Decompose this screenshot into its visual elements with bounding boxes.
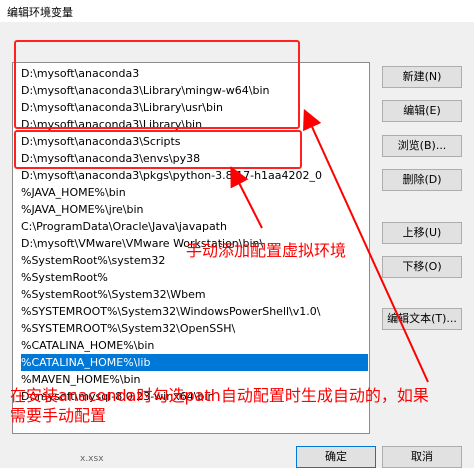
taskbar-fragment: x.xsx [0, 454, 200, 468]
cancel-button[interactable]: 取消 [382, 446, 462, 468]
move-up-button[interactable]: 上移(U) [382, 222, 462, 244]
path-list-item[interactable]: D:\mysoft\anaconda3\Library\mingw-w64\bi… [21, 82, 361, 99]
ok-button[interactable]: 确定 [296, 446, 376, 468]
edit-button[interactable]: 编辑(E) [382, 100, 462, 122]
move-down-button[interactable]: 下移(O) [382, 256, 462, 278]
taskbar-text: x.xsx [80, 454, 104, 464]
path-list-item[interactable]: %JAVA_HOME%\jre\bin [21, 201, 361, 218]
annotation-manual-config: 手动添加配置虚拟环境 [186, 241, 347, 260]
delete-button[interactable]: 删除(D) [382, 169, 462, 191]
path-list-item[interactable]: %SystemRoot% [21, 269, 361, 286]
path-list-item[interactable]: %SYSTEMROOT%\System32\OpenSSH\ [21, 320, 361, 337]
annotation-note-line2: 需要手动配置 [10, 406, 107, 425]
path-list-item[interactable]: D:\mysoft\anaconda3\Library\bin [21, 116, 361, 133]
path-list-item[interactable]: %SystemRoot%\System32\Wbem [21, 286, 361, 303]
new-button[interactable]: 新建(N) [382, 66, 462, 88]
path-list-item[interactable]: D:\mysoft\anaconda3\pkgs\python-3.8.17-h… [21, 167, 361, 184]
path-list-item[interactable]: D:\mysoft\anaconda3 [21, 65, 361, 82]
title-bar: 编辑环境变量 [0, 0, 474, 23]
path-list-item[interactable]: %JAVA_HOME%\bin [21, 184, 361, 201]
path-list-item[interactable]: D:\mysoft\anaconda3\envs\py38 [21, 150, 361, 167]
browse-button[interactable]: 浏览(B)... [382, 135, 462, 157]
window-title: 编辑环境变量 [7, 6, 73, 19]
path-list-item[interactable]: D:\mysoft\anaconda3\Library\usr\bin [21, 99, 361, 116]
path-list-item[interactable]: C:\ProgramData\Oracle\Java\javapath [21, 218, 361, 235]
path-list-item[interactable]: %CATALINA_HOME%\lib [21, 354, 368, 371]
path-list-item[interactable]: %CATALINA_HOME%\bin [21, 337, 361, 354]
path-list-item[interactable]: D:\mysoft\anaconda3\Scripts [21, 133, 361, 150]
edit-text-button[interactable]: 编辑文本(T)... [382, 308, 462, 330]
path-list-item[interactable]: %SYSTEMROOT%\System32\WindowsPowerShell\… [21, 303, 361, 320]
